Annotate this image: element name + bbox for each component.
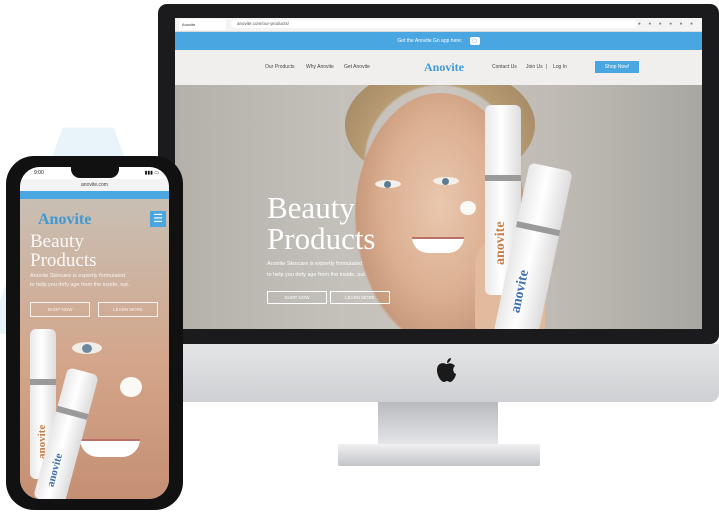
site-logo[interactable]: Anovite [424,60,464,75]
bottle-band [56,405,89,420]
hero-subtitle-line: to help you defy age from the inside, ou… [267,272,367,278]
promo-bar: Get the Anovite Go app here: ▢ [175,32,702,50]
phone-hero: anovite anovite Anovite ☰ Beauty Product… [20,199,169,499]
apple-logo-icon [433,357,459,385]
imac-stand-neck [378,402,498,446]
phone-hero-subtitle: Anovite Skincare is expertly formulated … [30,272,160,290]
browser-toolbar-icons[interactable]: ● ● ● ● ● ● [638,21,696,27]
promo-text[interactable]: Get the Anovite Go app here: [397,38,462,44]
menu-hamburger-icon[interactable]: ☰ [150,211,166,227]
shop-now-button[interactable]: Shop Now! [595,61,639,73]
bottle-band [30,379,56,385]
phone-device: 9:00 ▮▮▮ ▭ anovite.com anovite anovite A… [6,156,183,510]
browser-chrome: Anovite anovite.com/our-products/ ● ● ● … [175,18,702,32]
phone-learn-more-button[interactable]: LEARN MORE [98,302,158,317]
bottle-brand: anovite [44,452,66,489]
bottle-band [485,175,521,181]
hero-subtitle-line: Anovite Skincare is expertly formulated [30,273,126,279]
hero-shop-now-button[interactable]: SHOP NOW [267,291,327,304]
nav-link-contact-us[interactable]: Contact Us [492,64,517,70]
hero-title-line: Products [30,250,97,271]
hero-title-line: Beauty [267,190,355,225]
hero-title-line: Beauty [30,231,84,252]
cream-dot [460,201,476,215]
app-icon[interactable]: ▢ [469,36,480,45]
bottle-band [515,221,561,237]
model-eye [72,342,102,354]
imac-monitor: Anovite anovite.com/our-products/ ● ● ● … [158,4,719,344]
hero-banner: anovite anovite Beauty Products Anovite … [175,85,702,329]
nav-link-our-products[interactable]: Our Products [265,64,294,70]
nav-link-get-anovite[interactable]: Get Anovite [344,64,370,70]
model-eye [433,177,459,185]
address-bar[interactable]: anovite.com/our-products/ [231,20,637,28]
hero-subtitle-line: to help you defy age from the inside, ou… [30,282,130,288]
hero-title: Beauty Products [267,192,437,254]
site-nav: Our Products Why Anovite Get Anovite Ano… [175,50,702,85]
hero-title-line: Products [267,221,376,256]
phone-hero-title: Beauty Products [30,232,97,270]
desktop-screen: Anovite anovite.com/our-products/ ● ● ● … [175,18,702,329]
phone-screen: 9:00 ▮▮▮ ▭ anovite.com anovite anovite A… [20,167,169,499]
model-smile [80,439,140,457]
phone-notch [71,167,119,178]
cream-dot [120,377,142,397]
nav-link-log-in[interactable]: Log In [553,64,567,70]
nav-link-join-us[interactable]: Join Us [526,64,543,70]
phone-promo-bar[interactable] [20,191,169,199]
hero-learn-more-button[interactable]: LEARN MORE [330,291,390,304]
phone-address-bar[interactable]: anovite.com [20,179,169,191]
hero-subtitle: Anovite Skincare is expertly formulated … [267,259,417,281]
phone-time: 9:00 [34,170,44,176]
hero-subtitle-line: Anovite Skincare is expertly formulated [267,261,363,267]
nav-divider: | [546,64,548,70]
nav-link-why-anovite[interactable]: Why Anovite [306,64,334,70]
signal-battery-icon: ▮▮▮ ▭ [144,170,159,176]
apple-logo-svg [437,358,456,382]
phone-shop-now-button[interactable]: SHOP NOW [30,302,90,317]
model-eye [375,180,401,188]
imac-stand-foot [338,444,540,466]
phone-site-logo[interactable]: Anovite [38,211,91,229]
browser-tab[interactable]: Anovite [179,19,226,30]
bottle-brand: anovite [493,221,508,265]
bottle-brand: anovite [508,268,533,315]
